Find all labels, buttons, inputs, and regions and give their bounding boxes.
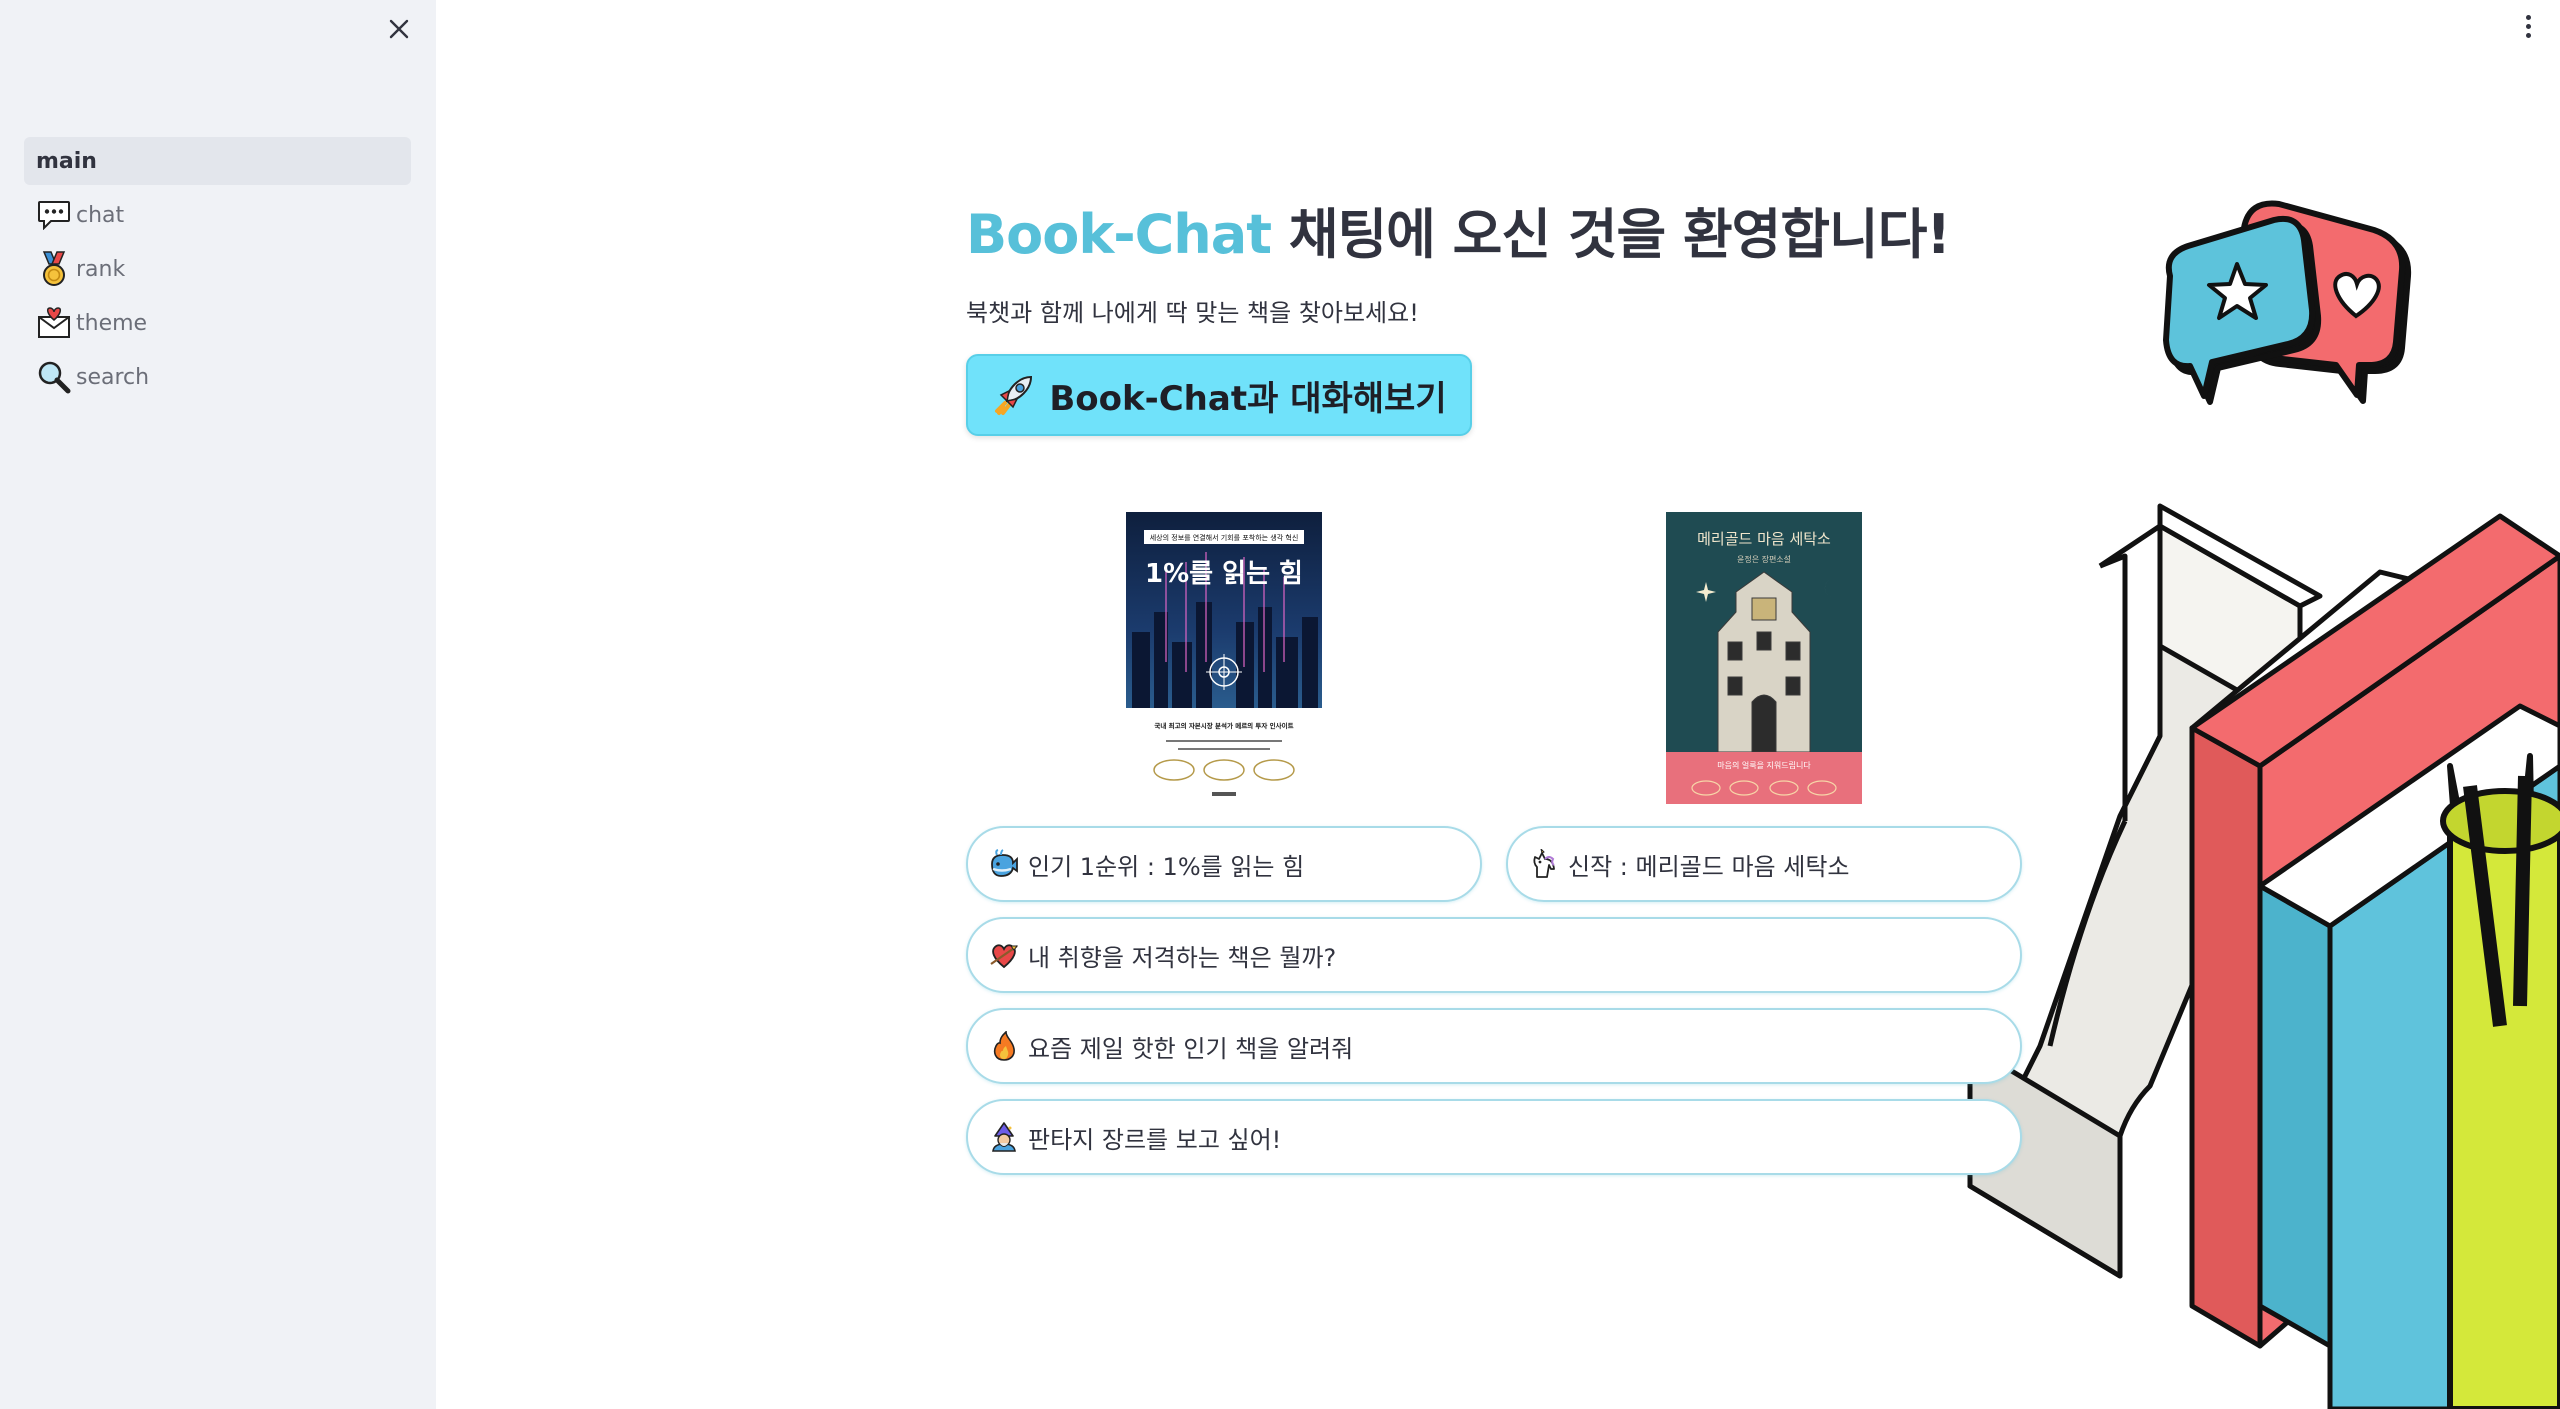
suggestion-label: 요즘 제일 핫한 인기 책을 알려줘: [1028, 1034, 1354, 1063]
medal-icon: [36, 251, 72, 287]
main-content: Book-Chat 채팅에 오신 것을 환영합니다! 북챗과 함께 나에게 딱 …: [966, 190, 2026, 1175]
main-menu-button[interactable]: [2512, 8, 2544, 44]
kebab-dot: [2525, 32, 2531, 38]
close-sidebar-button[interactable]: [380, 10, 418, 48]
book-cover-2[interactable]: 메리골드 마음 세탁소 윤정은 장편소설 마음의 얼룩을 지워드립니다: [1666, 512, 1862, 804]
subtitle: 북챗과 함께 나에게 딱 맞는 책을 찾아보세요!: [966, 299, 1419, 327]
sidebar-item-search[interactable]: search: [24, 353, 411, 401]
sidebar-item-label: search: [76, 364, 150, 390]
cover-subtitle: 윤정은 장편소설: [1737, 554, 1791, 564]
cover-bottom-text: 국내 최고의 자본시장 분석가 메르의 투자 인사이트: [1154, 721, 1293, 730]
fire-icon: [988, 1030, 1020, 1062]
sidebar: main chat rank theme search: [0, 0, 436, 1409]
sidebar-nav: main chat rank theme search: [24, 137, 411, 407]
suggestion-label: 판타지 장르를 보고 싶어!: [1028, 1125, 1282, 1154]
sidebar-item-theme[interactable]: theme: [24, 299, 411, 347]
whale-icon: [988, 848, 1020, 880]
suggestion-fantasy[interactable]: 판타지 장르를 보고 싶어!: [966, 1099, 2022, 1175]
cover-title: 메리골드 마음 세탁소: [1697, 530, 1831, 548]
sidebar-item-rank[interactable]: rank: [24, 245, 411, 293]
sidebar-item-label: theme: [76, 310, 148, 336]
heart-arrow-icon: [988, 939, 1020, 971]
suggestion-top-ranked[interactable]: 인기 1순위 : 1%를 읽는 힘: [966, 826, 1482, 902]
suggestion-new-release[interactable]: 신작 : 메리골드 마음 세탁소: [1506, 826, 2022, 902]
chat-bubbles-illustration: [2163, 200, 2412, 405]
book-cover-1[interactable]: 세상의 정보를 연결해서 기회를 포착하는 생각 혁신 1%를 읽는 힘 국내 …: [1126, 512, 1322, 804]
sidebar-item-main[interactable]: main: [24, 137, 411, 185]
book-cover-image: 메리골드 마음 세탁소 윤정은 장편소설 마음의 얼룩을 지워드립니다: [1666, 512, 1862, 804]
suggestion-hot-books[interactable]: 요즘 제일 핫한 인기 책을 알려줘: [966, 1008, 2022, 1084]
suggestion-label: 내 취향을 저격하는 책은 뭘까?: [1028, 943, 1337, 972]
bookshelf-illustration: [1967, 503, 2560, 1409]
rocket-icon: [995, 375, 1033, 415]
cover-top-text: 세상의 정보를 연결해서 기회를 포착하는 생각 혁신: [1150, 533, 1299, 542]
suggestion-label: 신작 : 메리골드 마음 세탁소: [1568, 852, 1850, 881]
sidebar-item-chat[interactable]: chat: [24, 191, 411, 239]
brand-name: Book-Chat: [966, 203, 1272, 266]
love-letter-icon: [36, 305, 72, 341]
start-chat-label: Book-Chat과 대화해보기: [1049, 378, 1447, 419]
cover-title: 1%를 읽는 힘: [1145, 559, 1303, 589]
title-text: 채팅에 오신 것을 환영합니다!: [1271, 203, 1951, 266]
cover-bottom-text: 마음의 얼룩을 지워드립니다: [1717, 760, 1811, 770]
page-title: Book-Chat 채팅에 오신 것을 환영합니다!: [966, 190, 2026, 269]
start-chat-button[interactable]: Book-Chat과 대화해보기: [966, 354, 1472, 436]
sidebar-item-label: main: [36, 148, 97, 174]
sidebar-item-label: chat: [76, 202, 125, 228]
suggestion-taste[interactable]: 내 취향을 저격하는 책은 뭘까?: [966, 917, 2022, 993]
speech-bubble-icon: [36, 197, 72, 233]
featured-books: 세상의 정보를 연결해서 기회를 포착하는 생각 혁신 1%를 읽는 힘 국내 …: [966, 512, 2026, 804]
mage-icon: [988, 1121, 1020, 1153]
app-root: main chat rank theme search Book-Chat 채팅…: [0, 0, 2560, 1409]
book-cover-image: 세상의 정보를 연결해서 기회를 포착하는 생각 혁신 1%를 읽는 힘 국내 …: [1126, 512, 1322, 804]
suggestion-label: 인기 1순위 : 1%를 읽는 힘: [1028, 852, 1305, 881]
kebab-dot: [2525, 23, 2531, 29]
magnifier-icon: [36, 359, 72, 395]
kebab-dot: [2525, 14, 2531, 20]
unicorn-icon: [1528, 848, 1560, 880]
sidebar-item-label: rank: [76, 256, 126, 282]
close-icon: [389, 19, 409, 39]
